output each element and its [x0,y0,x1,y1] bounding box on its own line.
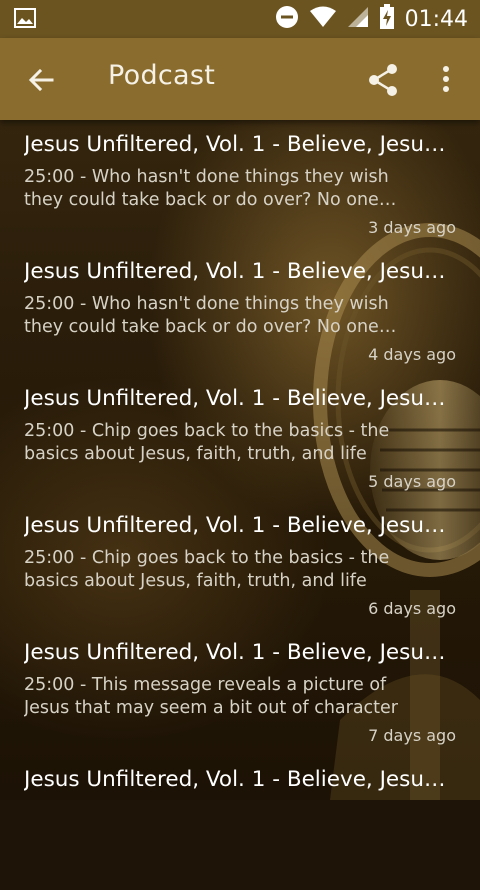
list-item[interactable]: Jesus Unfiltered, Vol. 1 - Believe, Jesu… [0,255,480,382]
page-title: Podcast [108,60,216,91]
list-item[interactable]: Jesus Unfiltered, Vol. 1 - Believe, Jesu… [0,636,480,763]
episode-description: 25:00 - Chip goes back to the basics - t… [24,548,390,591]
list-item[interactable]: Jesus Unfiltered, Vol. 1 - Believe, Jesu… [0,763,480,890]
share-button[interactable] [366,62,402,98]
episode-description: 25:00 - Chip goes back to the basics - t… [24,421,390,464]
do-not-disturb-icon [275,5,299,33]
more-vert-icon [443,66,449,92]
list-item[interactable]: Jesus Unfiltered, Vol. 1 - Believe, Jesu… [0,509,480,636]
signal-icon [347,6,369,32]
episode-title: Jesus Unfiltered, Vol. 1 - Believe, Jesu… [24,640,456,665]
episode-title: Jesus Unfiltered, Vol. 1 - Believe, Jesu… [24,513,456,538]
back-button[interactable] [22,60,62,100]
share-icon [369,64,397,96]
list-item[interactable]: Jesus Unfiltered, Vol. 1 - Believe, Jesu… [0,382,480,509]
episode-title: Jesus Unfiltered, Vol. 1 - Believe, Jesu… [24,767,456,792]
episode-description: 25:00 - Who hasn't done things they wish… [24,167,389,210]
episode-date: 4 days ago [368,345,456,364]
app-bar: Podcast [0,38,480,120]
list-item[interactable]: Jesus Unfiltered, Vol. 1 - Believe, Jesu… [0,128,480,255]
episode-title: Jesus Unfiltered, Vol. 1 - Believe, Jesu… [24,259,456,284]
episode-list: Jesus Unfiltered, Vol. 1 - Believe, Jesu… [0,128,480,890]
image-icon [14,8,36,32]
arrow-back-icon [28,68,54,92]
episode-description: 25:00 - Who hasn't done things they wish… [24,294,389,337]
episode-date: 7 days ago [368,726,456,745]
battery-charging-icon [379,4,395,34]
status-bar: 01:44 [0,0,480,38]
wifi-icon [309,6,337,32]
episode-description: 25:00 - This message reveals a picture o… [24,675,399,718]
more-options-button[interactable] [436,60,456,100]
episode-date: 6 days ago [368,599,456,618]
episode-date: 3 days ago [368,218,456,237]
episode-title: Jesus Unfiltered, Vol. 1 - Believe, Jesu… [24,132,456,157]
episode-title: Jesus Unfiltered, Vol. 1 - Believe, Jesu… [24,386,456,411]
status-time: 01:44 [404,6,468,32]
episode-date: 5 days ago [368,472,456,491]
